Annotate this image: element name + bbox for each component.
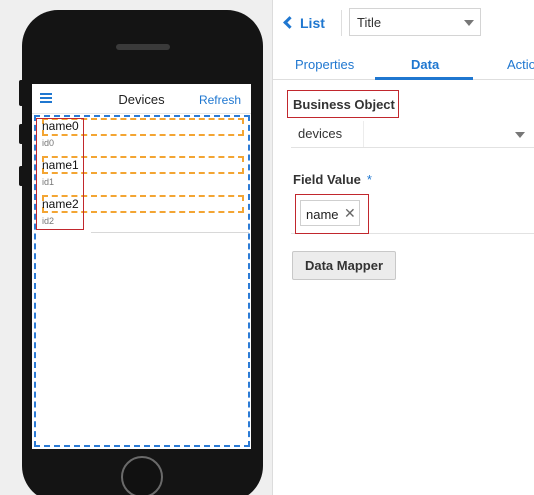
refresh-button[interactable]: Refresh xyxy=(199,93,241,107)
business-object-value: devices xyxy=(298,126,343,141)
select-divider xyxy=(363,121,364,147)
phone-speaker xyxy=(116,44,170,50)
screen-header: Devices Refresh xyxy=(32,84,251,114)
active-tab-indicator xyxy=(375,77,473,80)
close-icon[interactable]: ✕ xyxy=(344,205,356,222)
chevron-down-icon xyxy=(515,132,525,138)
chevron-down-icon xyxy=(464,20,474,26)
properties-panel: List Title Properties Data Actio Busines… xyxy=(272,0,534,495)
phone-side-button xyxy=(19,166,24,186)
title-select[interactable]: Title xyxy=(349,8,481,36)
tab-actions[interactable]: Actio xyxy=(507,57,534,72)
field-chip-label: name xyxy=(306,207,339,222)
phone-home-button xyxy=(121,456,163,495)
tab-bar: Properties Data Actio xyxy=(273,50,534,80)
field-value-label: Field Value * xyxy=(293,172,372,187)
back-label: List xyxy=(300,15,325,31)
title-select-value: Title xyxy=(357,15,382,30)
header-divider xyxy=(341,10,342,36)
phone-side-button xyxy=(19,124,24,144)
business-object-select[interactable]: devices xyxy=(291,121,534,148)
tab-properties[interactable]: Properties xyxy=(295,57,354,72)
designer-canvas: Devices Refresh name0 id0 name1 id1 name… xyxy=(0,0,272,495)
highlight-box xyxy=(287,90,399,118)
panel-header: List Title xyxy=(273,0,534,46)
data-mapper-button[interactable]: Data Mapper xyxy=(292,251,396,280)
required-mark: * xyxy=(366,172,372,187)
field-chip[interactable]: name ✕ xyxy=(300,200,360,226)
app-root: Devices Refresh name0 id0 name1 id1 name… xyxy=(0,0,534,495)
back-button[interactable]: List xyxy=(283,15,325,31)
list-divider xyxy=(91,232,249,233)
field-value-label-text: Field Value xyxy=(293,172,361,187)
tab-data[interactable]: Data xyxy=(411,57,439,72)
highlight-box xyxy=(36,118,84,230)
phone-side-button xyxy=(19,80,24,106)
chevron-left-icon xyxy=(283,16,296,29)
